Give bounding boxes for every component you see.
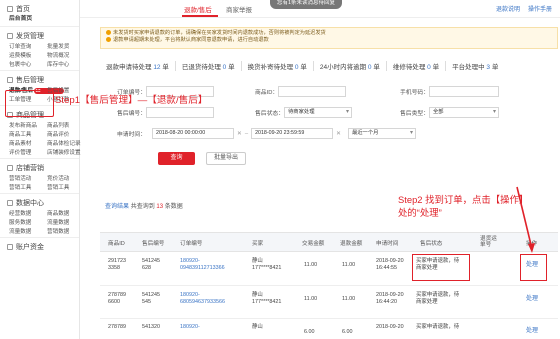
arrow-head [528, 243, 535, 253]
step2-arrow [516, 186, 535, 253]
arrow-line [516, 186, 533, 250]
